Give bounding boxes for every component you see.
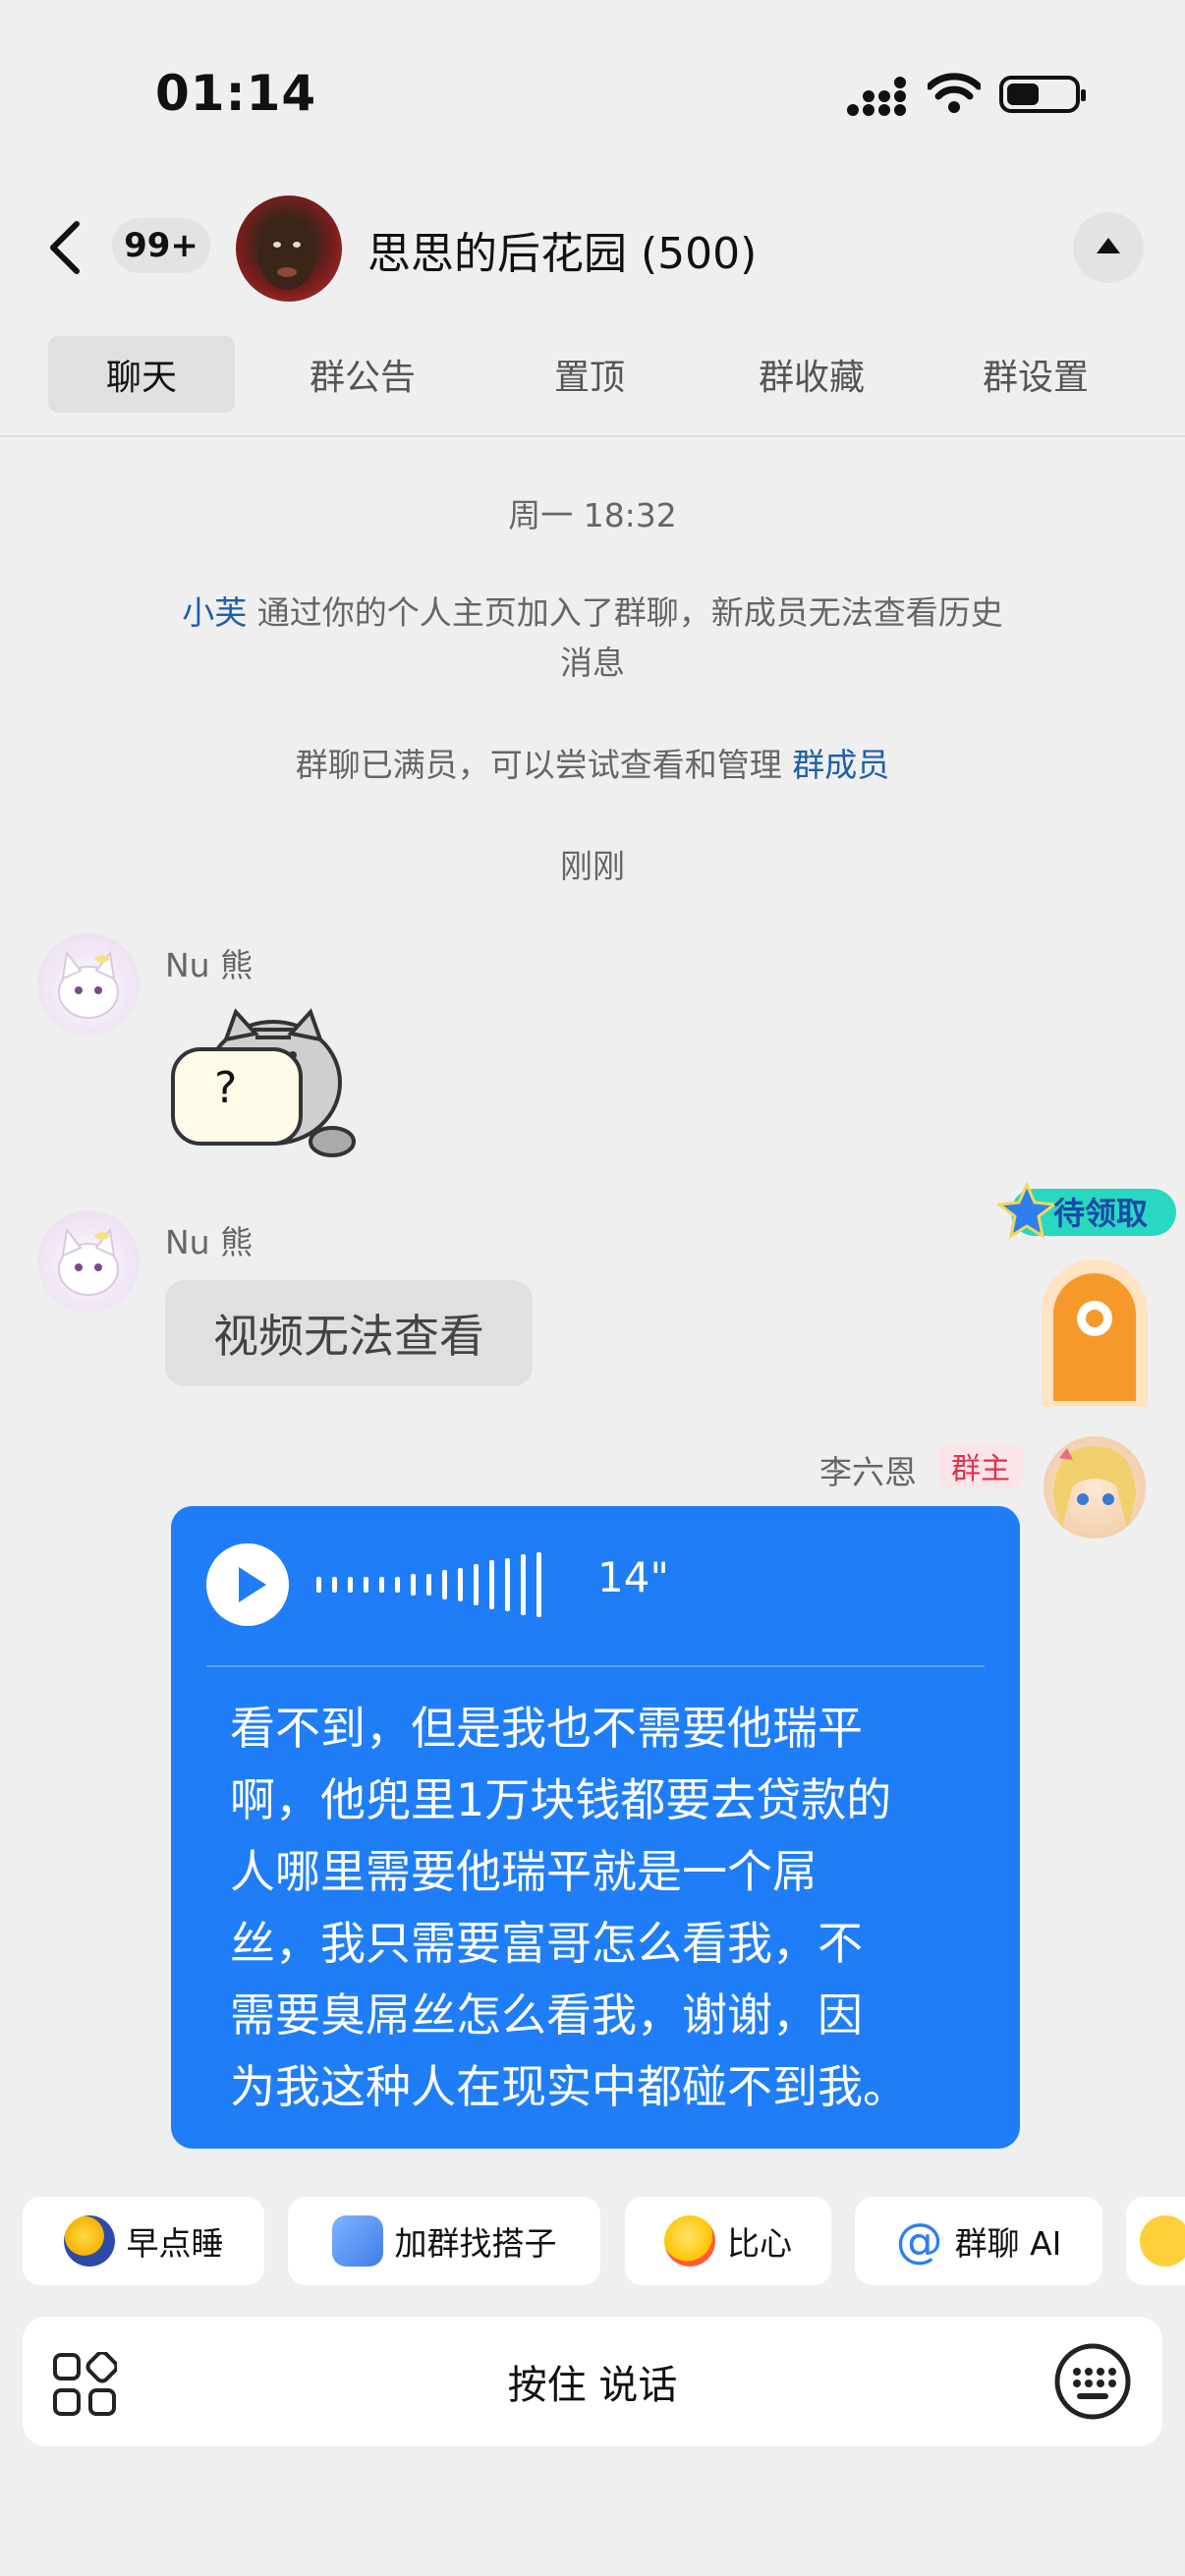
chip-find-buddy[interactable]: 加群找搭子 [288,2197,600,2285]
voice-divider [206,1665,985,1667]
sticker-question-mark: ? [214,1063,238,1113]
input-bar: 按住 说话 [23,2317,1162,2446]
cat-sticker[interactable]: ? [165,1004,362,1161]
timestamp: 刚刚 [560,847,625,885]
apps-grid-icon[interactable] [52,2352,117,2417]
battery-icon [999,76,1086,113]
group-name-title[interactable]: 思思的后花园 (500) [367,218,757,281]
hold-to-talk-button[interactable]: 按住 说话 [23,2317,1162,2446]
avatar[interactable] [37,1210,140,1313]
play-icon[interactable] [206,1543,289,1626]
group-full-notice: 群聊已满员，可以尝试查看和管理 群成员 [295,746,890,784]
message-bubble[interactable]: 视频无法查看 [165,1280,533,1386]
timestamp: 周一 18:32 [508,496,677,534]
chip-more[interactable] [1126,2197,1185,2285]
voice-message-bubble[interactable]: 14" 看不到，但是我也不需要他瑞平 啊，他兜里1万块钱都要去贷款的 人哪里需要… [171,1506,1020,2149]
group-avatar[interactable] [236,196,342,302]
status-time: 01:14 [155,65,317,122]
avatar[interactable] [1044,1436,1146,1539]
reward-label[interactable]: 待领取 [1053,1189,1148,1234]
cellular-signal-icon [847,77,906,116]
tab-favorites[interactable]: 群收藏 [718,336,905,413]
back-arrow-icon[interactable] [45,218,85,277]
group-members-link[interactable]: 群成员 [792,746,889,784]
chip-group-ai[interactable]: @ 群聊 AI [855,2197,1102,2285]
avatar[interactable] [37,933,140,1036]
tab-pinned[interactable]: 置顶 [496,336,683,413]
keyboard-icon[interactable] [1053,2342,1132,2421]
voice-transcript: 看不到，但是我也不需要他瑞平 啊，他兜里1万块钱都要去贷款的 人哪里需要他瑞平就… [230,1702,908,2113]
tab-announcement[interactable]: 群公告 [269,336,456,413]
collapse-up-button[interactable] [1073,212,1144,283]
gamepad-icon [331,2215,383,2267]
unread-count-badge[interactable]: 99+ [112,218,210,273]
moon-icon [63,2215,115,2267]
duck-heart-icon [664,2215,715,2267]
tab-settings[interactable]: 群设置 [942,336,1129,413]
owner-role-badge: 群主 [938,1444,1023,1487]
reward-door-icon[interactable] [1034,1254,1156,1411]
sender-name: Nu 熊 [165,1223,254,1261]
sender-name: Nu 熊 [165,946,254,984]
tab-chat[interactable]: 聊天 [48,336,235,413]
at-icon: @ [895,2213,943,2268]
waveform-icon [316,1552,541,1617]
header-divider [0,435,1185,437]
sender-name: 李六恩 [819,1453,917,1491]
emoji-icon [1140,2215,1185,2267]
join-notice: 小芙 通过你的个人主页加入了群聊，新成员无法查看历史 消息 [182,593,1003,682]
wifi-icon [928,73,981,113]
chip-sleep-early[interactable]: 早点睡 [23,2197,264,2285]
voice-duration: 14" [597,1553,669,1601]
chip-heart[interactable]: 比心 [625,2197,831,2285]
joined-user-link[interactable]: 小芙 [182,593,247,632]
